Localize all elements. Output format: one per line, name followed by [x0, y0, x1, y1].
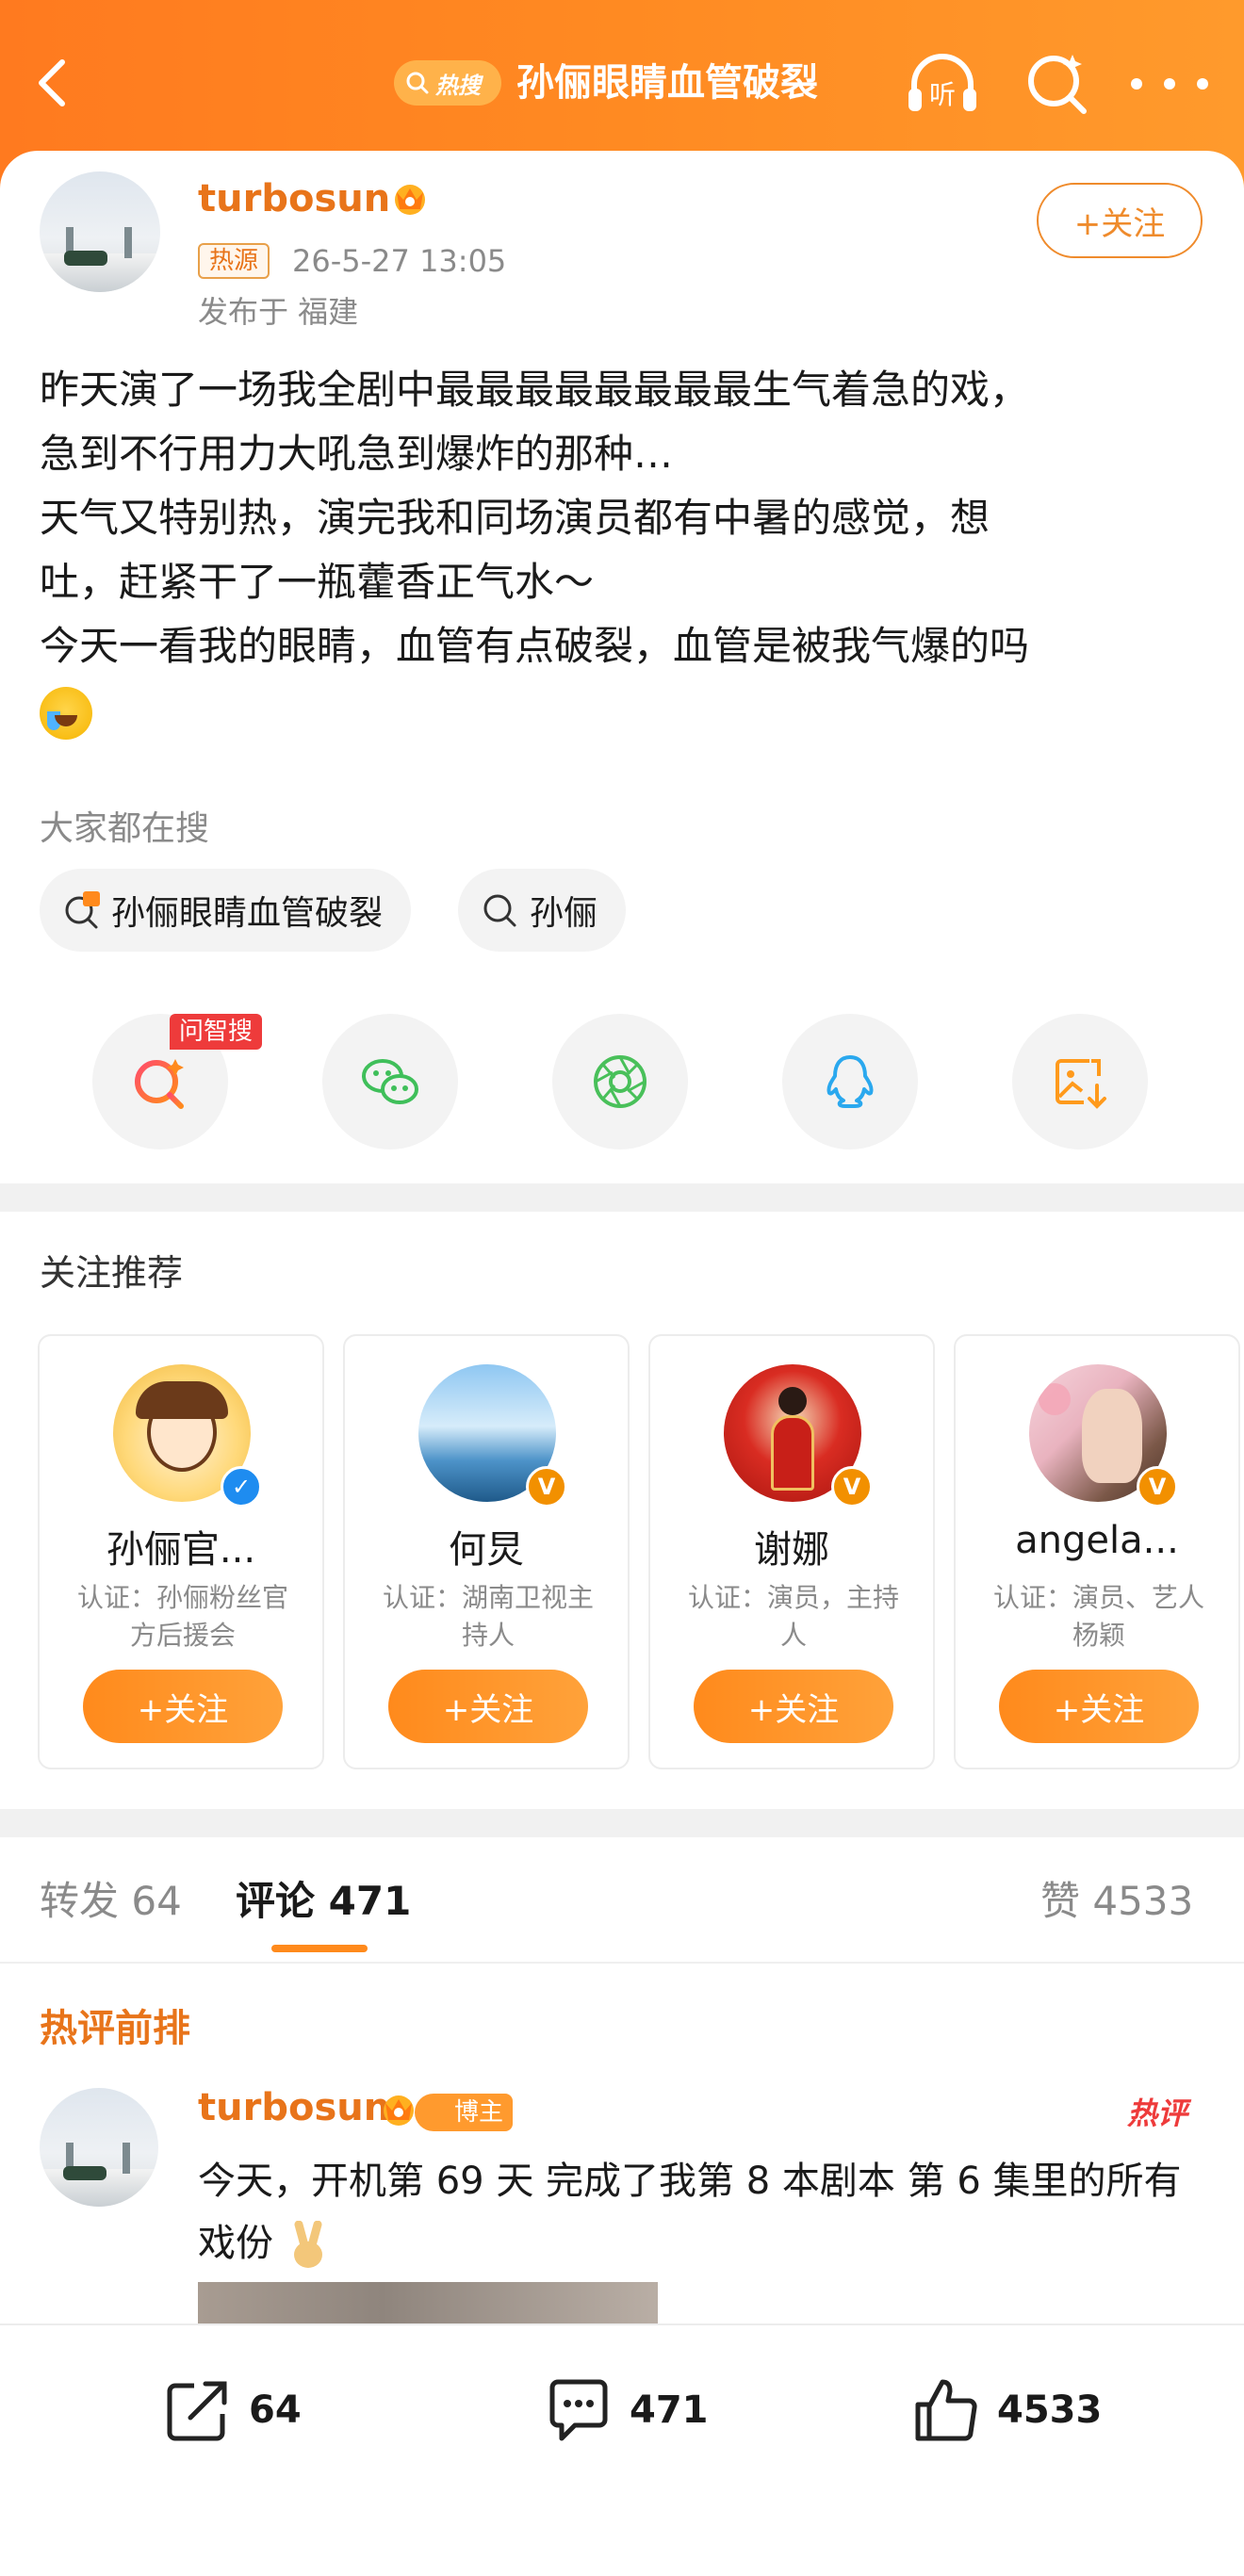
repost-count: 64 [249, 2389, 302, 2432]
search-chip-label: 孙俪 [530, 894, 598, 933]
hot-comments-title: 热评前排 [40, 2007, 190, 2050]
tab-comment[interactable]: 评论 471 [236, 1875, 411, 1928]
comment-icon [549, 2379, 608, 2441]
save-image-icon [1056, 1059, 1106, 1109]
recommend-name[interactable]: angela... [956, 1519, 1238, 1562]
post-line: 昨天演了一场我全剧中最最最最最最最最生气着急的戏， [40, 367, 1030, 413]
post-card: turbosun 热源 26-5-27 13:05 发布于 福建 +关注 昨天演… [0, 151, 1244, 1187]
search-chip[interactable]: 孙俪 [458, 869, 627, 952]
verified-badge: ✓ [221, 1466, 262, 1508]
recommend-name[interactable]: 何炅 [345, 1519, 628, 1573]
header-search-icon[interactable] [1023, 49, 1091, 117]
search-icon [406, 72, 429, 94]
comment-author[interactable]: turbosun [198, 2086, 390, 2129]
share-icon [167, 2381, 227, 2441]
search-chip-hot[interactable]: 孙俪眼睛血管破裂 [40, 869, 412, 952]
recommend-follow-button[interactable]: +关注 [83, 1670, 283, 1743]
headphone-icon: 听 [908, 54, 976, 111]
page-title: 孙俪眼睛血管破裂 [516, 61, 818, 105]
svg-text:听: 听 [929, 79, 956, 110]
like-button[interactable]: 4533 [910, 2372, 1102, 2448]
verified-badge: V [526, 1466, 567, 1508]
recommend-name[interactable]: 孙俪官... [40, 1519, 322, 1573]
recommend-follow-button[interactable]: +关注 [388, 1670, 588, 1743]
more-icon[interactable] [1131, 60, 1208, 107]
comment-body: 今天，开机第 69 天 完成了我第 8 本剧本 第 6 集里的所有戏份 [198, 2160, 1182, 2265]
recommend-cert: 认证：湖南卫视主持人 [382, 1582, 594, 1651]
comment-avatar[interactable] [40, 2088, 158, 2207]
post-line: 急到不行用力大吼急到爆炸的那种… [40, 431, 674, 477]
post-body: 昨天演了一场我全剧中最最最最最最最最生气着急的戏， 急到不行用力大吼急到爆炸的那… [40, 358, 1208, 742]
like-count: 4533 [997, 2389, 1103, 2432]
tab-divider [0, 1962, 1244, 1964]
comment-image[interactable] [198, 2282, 658, 2329]
author-name[interactable]: turbosun [198, 177, 390, 220]
tab-repost[interactable]: 转发 64 [40, 1875, 182, 1928]
wechat-share-button[interactable] [322, 1014, 458, 1149]
author-avatar[interactable] [40, 171, 160, 292]
hot-search-label: 热搜 [435, 72, 481, 99]
follow-button[interactable]: +关注 [1037, 183, 1203, 258]
ai-search-badge: 问智搜 [170, 1014, 263, 1050]
blogger-badge: 博主 [415, 2094, 514, 2131]
crown-icon [384, 2095, 414, 2126]
listen-button[interactable]: 听 [905, 49, 980, 117]
recommend-follow-button[interactable]: +关注 [694, 1670, 893, 1743]
recommend-cert: 认证：演员，主持人 [687, 1582, 899, 1651]
qq-icon [827, 1055, 874, 1108]
bottom-action-bar: 64 471 4533 [0, 2323, 1244, 2576]
comment-button[interactable]: 471 [543, 2372, 709, 2448]
hot-search-pill[interactable]: 热搜 [394, 60, 501, 106]
recommend-title: 关注推荐 [40, 1252, 184, 1294]
recommend-follow-button[interactable]: +关注 [999, 1670, 1199, 1743]
save-image-button[interactable] [1012, 1014, 1148, 1149]
post-time: 26-5-27 13:05 [292, 243, 507, 279]
moments-icon [594, 1055, 647, 1108]
post-line: 今天一看我的眼睛，血管有点破裂，血管是被我气爆的吗 [40, 623, 1030, 669]
verified-badge: V [831, 1466, 873, 1508]
back-icon[interactable] [26, 55, 83, 111]
wechat-icon [362, 1059, 418, 1104]
section-divider [0, 1809, 1244, 1837]
search-icon [483, 894, 516, 927]
trending-search-title: 大家都在搜 [40, 809, 210, 848]
verified-badge: V [1137, 1466, 1178, 1508]
recommend-card[interactable]: V 何炅 认证：湖南卫视主持人 +关注 [343, 1334, 630, 1769]
peace-hand-emoji-icon [293, 2221, 322, 2268]
section-divider [0, 1183, 1244, 1212]
hot-source-badge: 热源 [198, 243, 270, 279]
repost-button[interactable]: 64 [162, 2372, 302, 2448]
tab-indicator [271, 1945, 368, 1952]
search-chip-label: 孙俪眼睛血管破裂 [111, 894, 384, 933]
recommend-card[interactable]: ✓ 孙俪官... 认证：孙俪粉丝官方后援会 +关注 [38, 1334, 324, 1769]
crown-icon [395, 185, 425, 215]
post-location: 发布于 福建 [198, 294, 359, 330]
comment-text: 今天，开机第 69 天 完成了我第 8 本剧本 第 6 集里的所有戏份 [198, 2150, 1216, 2274]
recommend-card[interactable]: V 谢娜 认证：演员，主持人 +关注 [648, 1334, 935, 1769]
tab-like[interactable]: 赞 4533 [1040, 1875, 1193, 1928]
hot-review-tag: 热评 [1127, 2095, 1188, 2131]
qq-share-button[interactable] [782, 1014, 918, 1149]
comment-count: 471 [630, 2389, 709, 2432]
post-line: 天气又特别热，演完我和同场演员都有中暑的感觉，想 [40, 495, 990, 541]
recommend-name[interactable]: 谢娜 [650, 1519, 933, 1573]
recommend-card[interactable]: V angela... 认证：演员、艺人杨颖 +关注 [954, 1334, 1240, 1769]
hot-search-icon [65, 891, 100, 929]
recommend-cert: 认证：孙俪粉丝官方后援会 [76, 1582, 288, 1651]
thumbs-up-icon [915, 2379, 977, 2441]
ai-search-icon [135, 1059, 184, 1109]
recommend-cert: 认证：演员、艺人杨颖 [992, 1582, 1204, 1651]
laugh-cry-emoji-icon [40, 686, 92, 740]
post-line: 吐，赶紧干了一瓶藿香正气水～ [40, 559, 595, 605]
moments-share-button[interactable] [552, 1014, 688, 1149]
